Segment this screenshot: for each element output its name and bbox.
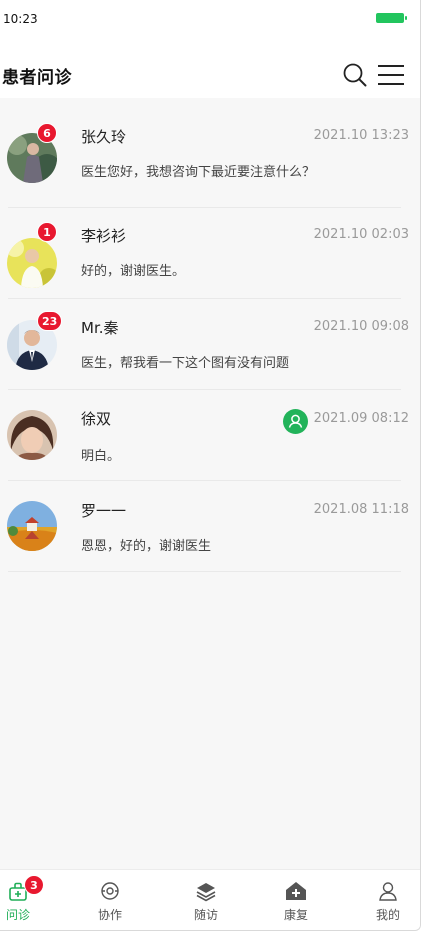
contact-name: 张久玲: [81, 128, 127, 146]
user-follow-icon[interactable]: [283, 409, 308, 434]
page-title: 患者问诊: [2, 68, 72, 88]
home-plus-icon: [285, 880, 307, 902]
contact-name: Mr.秦: [81, 319, 119, 337]
tab-label: 随访: [193, 908, 218, 922]
message-time: 2021.10 02:03: [313, 227, 409, 242]
tab-bar: 3 问诊 协作 随访 康复 我的: [0, 869, 420, 930]
conversation-list: 6 张久玲 2021.10 13:23 医生您好，我想咨询下最近要注意什么？ 1…: [0, 98, 420, 572]
status-bar: 10:23: [0, 0, 420, 40]
message-time: 2021.09 08:12: [313, 411, 409, 426]
contact-name: 罗一一: [81, 502, 127, 520]
tab-consultation[interactable]: 3 问诊: [0, 870, 48, 930]
header: 患者问诊: [0, 40, 420, 98]
menu-icon[interactable]: [377, 64, 405, 86]
avatar: [7, 410, 57, 460]
avatar: [7, 238, 57, 288]
tab-badge: 3: [24, 875, 44, 895]
message-preview: 医生，帮我看一下这个图有没有问题: [81, 356, 290, 371]
contact-name: 徐双: [81, 410, 112, 428]
message-time: 2021.08 11:18: [313, 502, 409, 517]
battery-icon: [376, 13, 407, 23]
message-preview: 好的，谢谢医生。: [81, 264, 186, 279]
conversation-item[interactable]: 1 李衫衫 2021.10 02:03 好的，谢谢医生。: [0, 208, 420, 299]
tab-label: 康复: [283, 908, 308, 922]
user-icon: [377, 880, 399, 902]
conversation-item[interactable]: 6 张久玲 2021.10 13:23 医生您好，我想咨询下最近要注意什么？: [0, 98, 420, 208]
tab-followup[interactable]: 随访: [176, 870, 236, 930]
layers-icon: [195, 880, 217, 902]
message-time: 2021.10 13:23: [313, 128, 409, 143]
message-preview: 明白。: [81, 449, 121, 464]
divider: [8, 571, 401, 572]
tab-label: 问诊: [5, 908, 30, 922]
conversation-item[interactable]: 罗一一 2021.08 11:18 恩恩，好的，谢谢医生: [0, 481, 420, 572]
tab-rehab[interactable]: 康复: [266, 870, 326, 930]
tab-label: 协作: [97, 908, 122, 922]
phone-screen: 10:23 患者问诊 6 张久玲 2021.10 13:23 医生您好，我想咨询…: [0, 0, 421, 931]
message-time: 2021.10 09:08: [313, 319, 409, 334]
conversation-item[interactable]: 23 Mr.秦 2021.10 09:08 医生，帮我看一下这个图有没有问题: [0, 299, 420, 390]
contact-name: 李衫衫: [81, 227, 127, 245]
tab-label: 我的: [375, 908, 400, 922]
unread-badge: 23: [37, 311, 63, 331]
message-preview: 恩恩，好的，谢谢医生: [81, 539, 212, 554]
status-time: 10:23: [3, 12, 38, 26]
tab-profile[interactable]: 我的: [358, 870, 418, 930]
message-preview: 医生您好，我想咨询下最近要注意什么？: [81, 165, 316, 180]
collaboration-icon: [99, 880, 121, 902]
conversation-item[interactable]: 徐双 2021.09 08:12 明白。: [0, 390, 420, 481]
tab-collaboration[interactable]: 协作: [80, 870, 140, 930]
avatar: [7, 501, 57, 551]
unread-badge: 6: [37, 123, 57, 143]
search-icon[interactable]: [342, 62, 368, 88]
unread-badge: 1: [37, 222, 57, 242]
